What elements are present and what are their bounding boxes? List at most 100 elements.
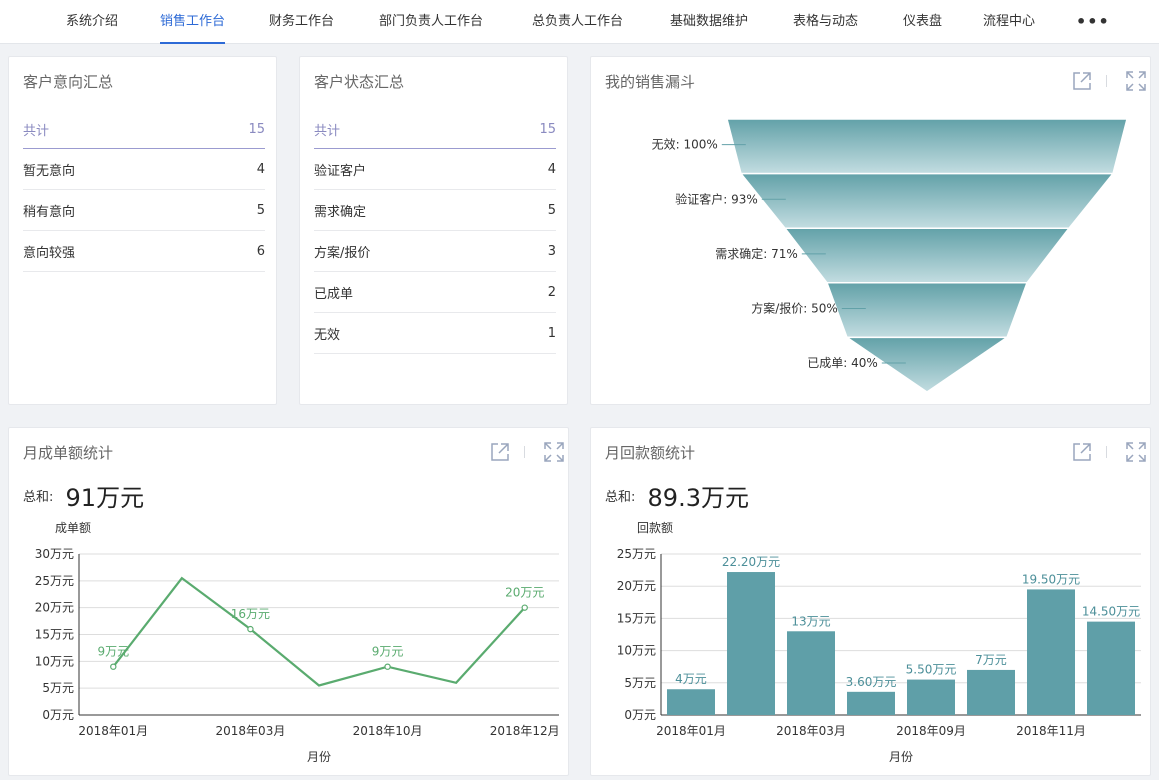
x-tick-label: 2018年09月 [896, 724, 966, 738]
x-tick-label: 2018年10月 [353, 724, 423, 738]
top-nav: 系统介绍 销售工作台 财务工作台 部门负责人工作台 总负责人工作台 基础数据维护… [0, 0, 1159, 44]
data-label: 14.50万元 [1082, 605, 1140, 619]
status-table: 共计 15 验证客户 4 需求确定 5 方案/报价 3 已成单 2 无效 1 [314, 111, 556, 354]
row-value: 5 [256, 202, 265, 218]
funnel-segment [825, 282, 1029, 339]
y-axis-title: 回款额 [637, 521, 673, 535]
funnel-stage-label: 方案/报价: 50% [751, 300, 838, 315]
row-value: 3 [547, 243, 556, 259]
panel-title: 客户状态汇总 [314, 73, 405, 91]
line-point [521, 604, 528, 611]
data-label: 7万元 [975, 653, 1007, 667]
bar [787, 631, 835, 715]
x-tick-label: 2018年01月 [78, 724, 148, 738]
total-row: 共计 15 [23, 111, 265, 149]
funnel-stage-label: 已成单: 40% [807, 356, 878, 370]
bar [1027, 589, 1075, 715]
row-value: 4 [547, 161, 556, 177]
funnel-stage-label: 无效: 100% [652, 137, 718, 152]
tab-system-intro[interactable]: 系统介绍 [66, 0, 118, 44]
y-tick-label: 0万元 [624, 708, 656, 722]
more-tabs-button[interactable]: ••• [1076, 0, 1110, 44]
y-tick-label: 10万元 [617, 644, 656, 658]
line-series [112, 576, 526, 687]
y-tick-label: 15万元 [35, 628, 74, 642]
funnel-stage-label: 需求确定: 71% [715, 246, 798, 261]
data-label: 22.20万元 [722, 555, 780, 569]
y-axis-title: 成单额 [55, 521, 91, 535]
y-tick-label: 10万元 [35, 654, 74, 668]
row-label: 方案/报价 [314, 245, 371, 261]
intent-summary-panel: 客户意向汇总 共计 15 暂无意向 4 稍有意向 5 意向较强 6 [8, 56, 277, 405]
table-row: 意向较强 6 [23, 231, 265, 272]
y-tick-label: 25万元 [617, 547, 656, 561]
tab-general-head-workbench[interactable]: 总负责人工作台 [532, 0, 623, 44]
data-label: 13万元 [791, 614, 830, 628]
funnel-segment [726, 118, 1128, 175]
y-tick-label: 5万元 [624, 676, 656, 690]
tab-tables-activity[interactable]: 表格与动态 [793, 0, 858, 44]
table-row: 验证客户 4 [314, 149, 556, 190]
data-label: 20万元 [505, 586, 544, 600]
x-tick-label: 2018年11月 [1016, 724, 1086, 738]
row-value: 4 [256, 161, 265, 177]
table-row: 稍有意向 5 [23, 190, 265, 231]
table-row: 需求确定 5 [314, 190, 556, 231]
row-value: 6 [256, 243, 265, 259]
x-tick-label: 2018年01月 [656, 724, 726, 738]
row-value: 5 [547, 202, 556, 218]
line-point [384, 663, 391, 670]
y-tick-label: 20万元 [35, 601, 74, 615]
data-label: 16万元 [231, 607, 270, 621]
intent-table: 共计 15 暂无意向 4 稍有意向 5 意向较强 6 [23, 111, 265, 272]
total-label: 共计 [314, 124, 341, 139]
tab-finance-workbench[interactable]: 财务工作台 [269, 0, 334, 44]
monthly-payment-bar-chart: 0万元 5万元 10万元 15万元 20万元 25万元 回款额月份 4万元 22.20万元 13万… [617, 521, 1141, 764]
y-tick-label: 20万元 [617, 579, 656, 593]
total-row: 共计 15 [314, 111, 556, 149]
total-label: 共计 [23, 124, 50, 139]
x-tick-label: 2018年03月 [776, 724, 846, 738]
x-axis-title: 月份 [889, 750, 913, 764]
tab-dashboard[interactable]: 仪表盘 [903, 0, 942, 44]
line-point [110, 663, 117, 670]
data-label: 4万元 [675, 672, 707, 686]
table-row: 无效 1 [314, 313, 556, 354]
x-tick-label: 2018年12月 [490, 724, 560, 738]
bar [727, 572, 775, 715]
data-label: 9万元 [97, 645, 129, 659]
bar [847, 691, 895, 715]
funnel-stage-label: 验证客户: 93% [675, 191, 758, 206]
bar [967, 669, 1015, 715]
row-label: 意向较强 [23, 245, 76, 261]
monthly-payment-panel: 月回款额统计 总和: 89.3万元 0万元 5万元 10万元 15万元 20万元 25万元… [590, 427, 1151, 776]
data-label: 3.60万元 [846, 675, 897, 689]
total-value: 15 [539, 122, 556, 137]
tab-workflow-center[interactable]: 流程中心 [983, 0, 1035, 44]
row-label: 暂无意向 [23, 163, 76, 179]
tab-basic-data[interactable]: 基础数据维护 [670, 0, 748, 44]
x-tick-label: 2018年03月 [216, 724, 286, 738]
data-label: 9万元 [372, 645, 404, 659]
row-label: 验证客户 [314, 163, 367, 179]
row-label: 需求确定 [314, 204, 367, 220]
tab-dept-head-workbench[interactable]: 部门负责人工作台 [379, 0, 483, 44]
table-row: 暂无意向 4 [23, 149, 265, 190]
bar [907, 679, 955, 715]
monthly-order-panel: 月成单额统计 总和: 91万元 0万元 5万元 10万元 15万元 20万元 25万元 30… [8, 427, 569, 776]
data-label: 5.50万元 [906, 663, 957, 677]
y-tick-label: 5万元 [42, 681, 74, 695]
x-axis-title: 月份 [307, 750, 331, 764]
row-label: 稍有意向 [23, 204, 76, 220]
y-tick-label: 15万元 [617, 611, 656, 625]
total-value: 15 [248, 122, 265, 137]
status-summary-panel: 客户状态汇总 共计 15 验证客户 4 需求确定 5 方案/报价 3 已成单 2… [299, 56, 568, 405]
bar [667, 689, 715, 715]
table-row: 方案/报价 3 [314, 231, 556, 272]
funnel-chart: 无效: 100% 验证客户: 93% 需求确定: 71% 方案/报价: 50% 已成单:… [652, 118, 1128, 393]
tab-sales-workbench[interactable]: 销售工作台 [160, 0, 226, 44]
y-tick-label: 0万元 [42, 708, 74, 722]
row-value: 2 [547, 284, 556, 300]
bar [1087, 621, 1135, 715]
funnel-segment [783, 227, 1071, 284]
